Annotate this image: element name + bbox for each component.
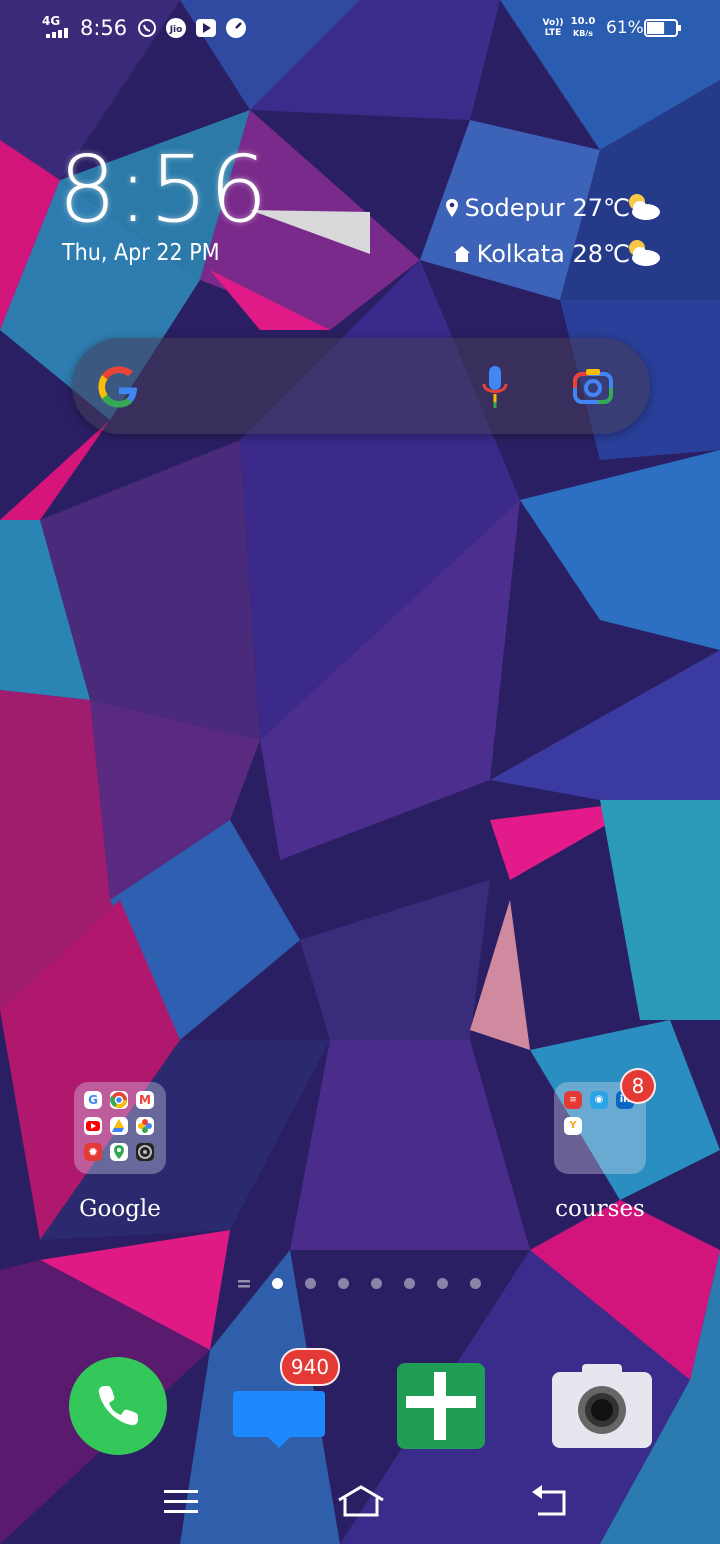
message-bubble-icon [233, 1391, 325, 1448]
photos-icon [136, 1117, 154, 1135]
whatsapp-icon [138, 19, 156, 37]
volte-indicator: Vo)) LTE [542, 18, 564, 38]
back-button[interactable] [526, 1484, 576, 1520]
signal-icon [46, 28, 68, 38]
sheets-icon [397, 1363, 485, 1449]
status-bar: 4G 8:56 Jio Vo)) LTE 10.0 KB/s 61% [0, 0, 720, 56]
partly-cloudy-icon [629, 194, 660, 220]
network-speed-unit: KB/s [573, 29, 593, 38]
svg-text:Jio: Jio [169, 25, 183, 35]
page-dot[interactable] [470, 1278, 481, 1289]
course-app-icon: ◉ [590, 1091, 608, 1109]
weather-location-label: Sodepur 27℃ [464, 194, 630, 222]
battery-icon [644, 19, 681, 37]
status-time: 8:56 [80, 16, 128, 40]
page-dot[interactable] [371, 1278, 382, 1289]
feed-page-icon [238, 1280, 250, 1288]
notification-badge: 940 [280, 1348, 340, 1386]
speed-icon [226, 18, 246, 38]
course-app-icon: ≡ [564, 1091, 582, 1109]
recents-button[interactable] [156, 1484, 206, 1520]
youtube-icon [196, 19, 216, 37]
gmail-icon: M [136, 1091, 154, 1109]
chrome-icon [110, 1091, 128, 1109]
weather-row-kolkata[interactable]: Kolkata 28℃ [453, 240, 630, 268]
home-nav-icon [338, 1485, 384, 1517]
home-button[interactable] [334, 1484, 388, 1520]
menu-icon [164, 1490, 198, 1513]
phone-app[interactable] [68, 1356, 168, 1456]
home-icon [453, 246, 470, 262]
maps-icon [110, 1143, 128, 1161]
jio-icon: Jio [166, 18, 186, 38]
google-lens-icon[interactable] [572, 366, 614, 406]
folder-label: Google [79, 1196, 161, 1222]
weather-location-label: Kolkata 28℃ [476, 240, 630, 268]
settings-gear-icon: ✹ [84, 1143, 102, 1161]
weather-row-sodepur[interactable]: Sodepur 27℃ [445, 194, 630, 222]
folder-google[interactable]: G M ✹ [74, 1082, 166, 1174]
google-logo-icon [98, 366, 137, 408]
location-pin-icon [445, 199, 458, 217]
page-dot[interactable] [404, 1278, 415, 1289]
partly-cloudy-icon [629, 240, 660, 266]
microphone-icon[interactable] [480, 364, 510, 410]
page-dot[interactable] [305, 1278, 316, 1289]
battery-percent: 61% [606, 18, 644, 38]
page-dot[interactable] [437, 1278, 448, 1289]
phone-icon [69, 1357, 167, 1455]
clock-date: Thu, Apr 22 PM [62, 240, 220, 266]
network-speed: 10.0 [570, 16, 596, 27]
youtube-app-icon [84, 1117, 102, 1135]
messages-app[interactable] [232, 1390, 326, 1454]
google-app-icon: G [84, 1091, 102, 1109]
notification-badge: 8 [620, 1068, 656, 1104]
page-dot-active[interactable] [272, 1278, 283, 1289]
sheets-app[interactable] [396, 1362, 486, 1450]
drive-icon [110, 1117, 128, 1135]
page-dot[interactable] [338, 1278, 349, 1289]
folder-label: courses [555, 1196, 645, 1222]
google-search-bar[interactable] [72, 338, 650, 434]
back-icon [532, 1485, 566, 1516]
camera-app[interactable] [552, 1362, 652, 1450]
camera-lens-icon [136, 1143, 154, 1161]
camera-icon [552, 1364, 652, 1448]
clock-time[interactable]: 8:56 [58, 140, 269, 240]
network-type: 4G [42, 14, 61, 28]
course-app-icon: Y [564, 1117, 582, 1135]
